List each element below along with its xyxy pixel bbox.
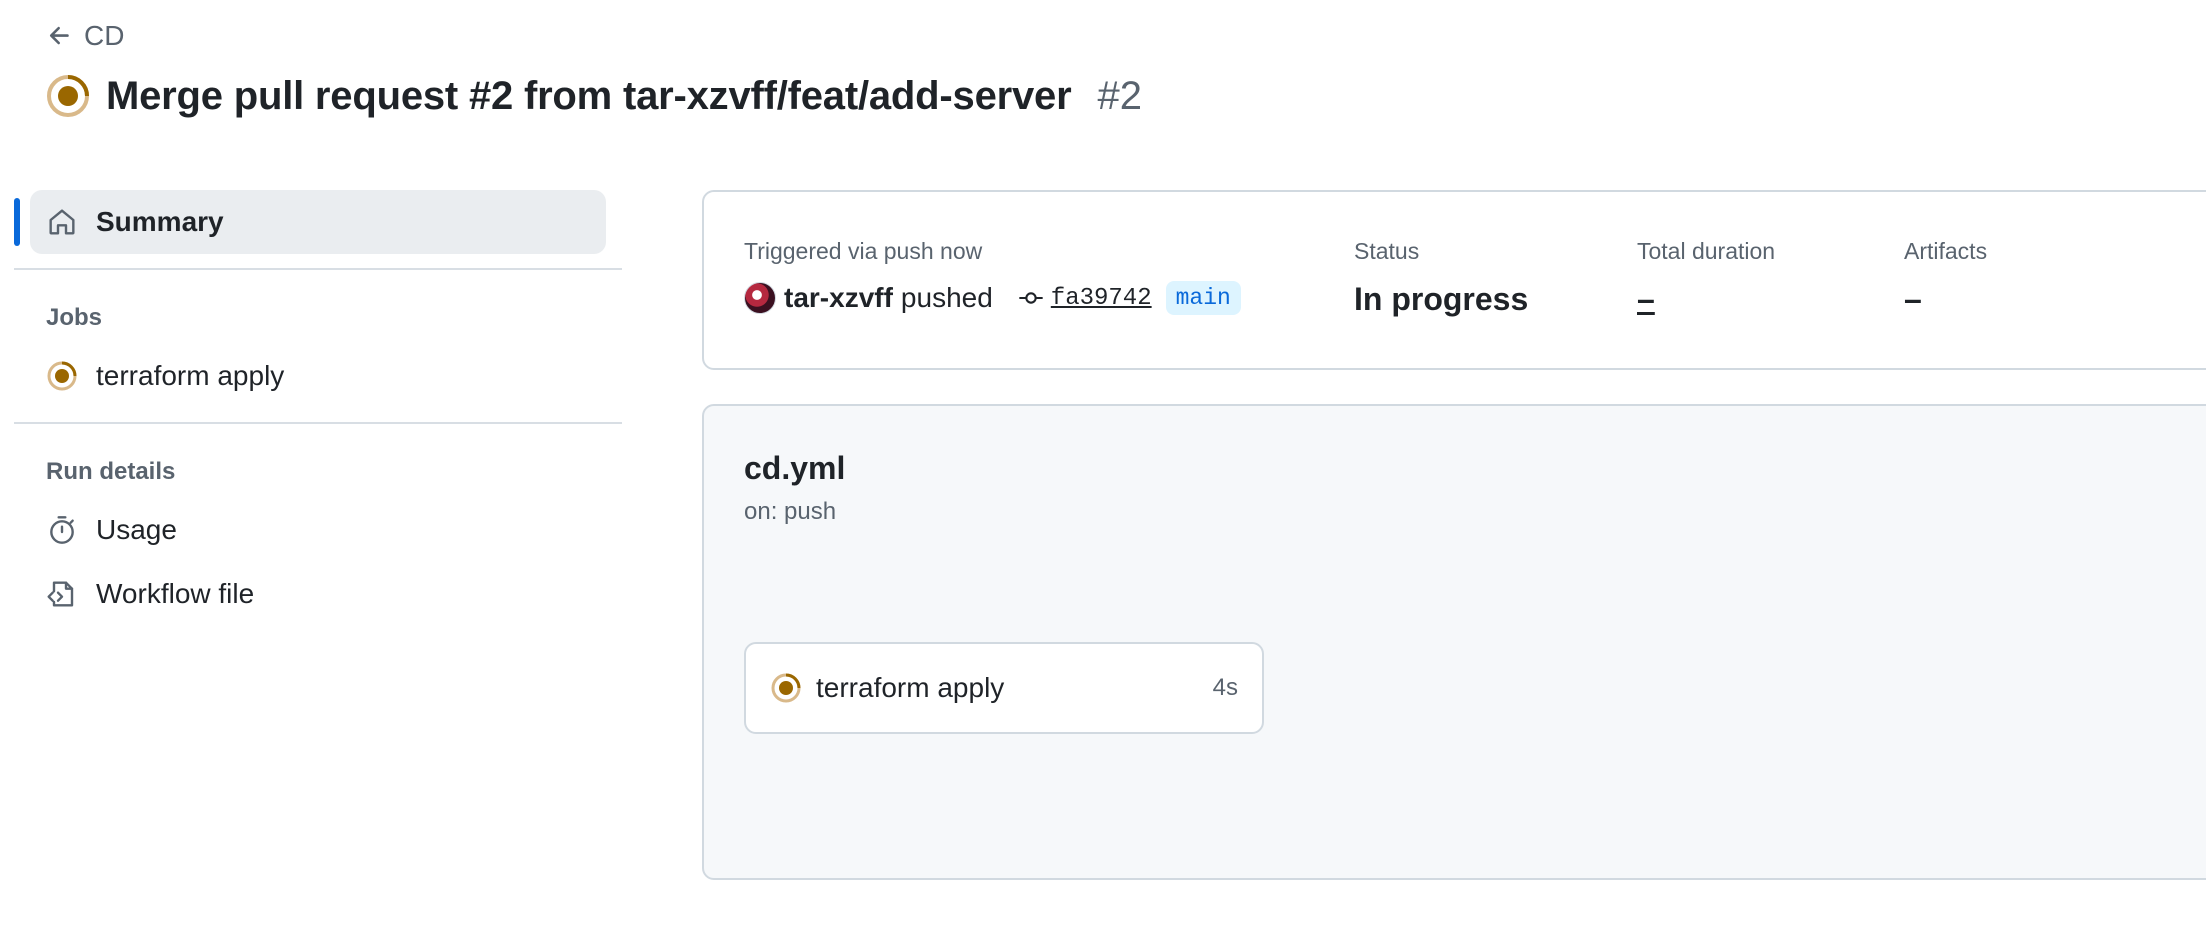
back-link-label: CD [84, 20, 125, 51]
status-column: Status In progress [1354, 238, 1528, 318]
duration-value[interactable]: – [1637, 281, 1655, 318]
duration-label: Total duration [1637, 238, 1776, 264]
page-title-row: Merge pull request #2 from tar-xzvff/fea… [46, 68, 1142, 124]
status-label: Status [1354, 238, 1420, 264]
divider [14, 268, 622, 270]
duration-column: Total duration – [1637, 238, 1775, 318]
artifacts-value: – [1904, 280, 1922, 317]
workflow-graph: cd.yml on: push terraform apply 4s [702, 404, 2206, 880]
stopwatch-icon [50, 516, 74, 544]
back-link[interactable]: CD [46, 16, 124, 56]
divider [14, 422, 622, 424]
arrow-left-icon [49, 26, 69, 45]
job-name: terraform apply [816, 672, 1005, 703]
job-duration: 4s [1212, 674, 1238, 701]
in-progress-status-icon [47, 75, 89, 117]
file-code-icon [47, 581, 74, 607]
jobs-heading: Jobs [46, 304, 103, 331]
in-progress-status-icon [47, 361, 77, 391]
trigger-details: tar-xzvff pushed fa39742 main [744, 278, 1241, 318]
workflow-file-name: cd.yml [744, 450, 846, 486]
duration-value-wrap: – [1637, 280, 1775, 318]
avatar[interactable] [744, 282, 776, 314]
commit: fa39742 [1017, 284, 1152, 312]
sidebar-item-label: Usage [96, 514, 177, 545]
sidebar-item-job-terraform-apply[interactable]: terraform apply [46, 344, 622, 408]
active-indicator [14, 198, 20, 246]
branch-badge[interactable]: main [1165, 281, 1241, 315]
sidebar-item-label: terraform apply [96, 360, 285, 391]
run-number: #2 [1097, 73, 1142, 118]
git-commit-icon [1019, 292, 1043, 304]
sidebar-item-workflow-file[interactable]: Workflow file [46, 562, 622, 626]
trigger-label: Triggered via push now [744, 238, 983, 264]
status-value: In progress [1354, 280, 1529, 317]
run-details-heading: Run details [46, 458, 176, 485]
sidebar-item-usage[interactable]: Usage [46, 498, 622, 562]
workflow-trigger: on: push [744, 498, 837, 525]
in-progress-status-icon [771, 673, 801, 703]
artifacts-column: Artifacts – [1904, 238, 1987, 318]
pushed-text: pushed [900, 282, 993, 313]
sidebar-item-label: Workflow file [96, 578, 255, 609]
sidebar-item-label: Summary [96, 206, 224, 237]
run-summary-card: Triggered via push now tar-xzvff pushed … [702, 190, 2206, 370]
trigger-column: Triggered via push now tar-xzvff pushed … [744, 238, 1241, 318]
job-node-terraform-apply[interactable]: terraform apply 4s [744, 642, 1264, 734]
sidebar-item-summary[interactable]: Summary [14, 190, 606, 254]
home-icon [49, 209, 75, 235]
artifacts-label: Artifacts [1904, 238, 1988, 264]
sidebar: Summary Jobs terraform apply Run details… [14, 190, 622, 626]
commit-sha-link[interactable]: fa39742 [1051, 285, 1152, 312]
actor-name[interactable]: tar-xzvff [784, 282, 893, 314]
page-title: Merge pull request #2 from tar-xzvff/fea… [106, 73, 1072, 118]
